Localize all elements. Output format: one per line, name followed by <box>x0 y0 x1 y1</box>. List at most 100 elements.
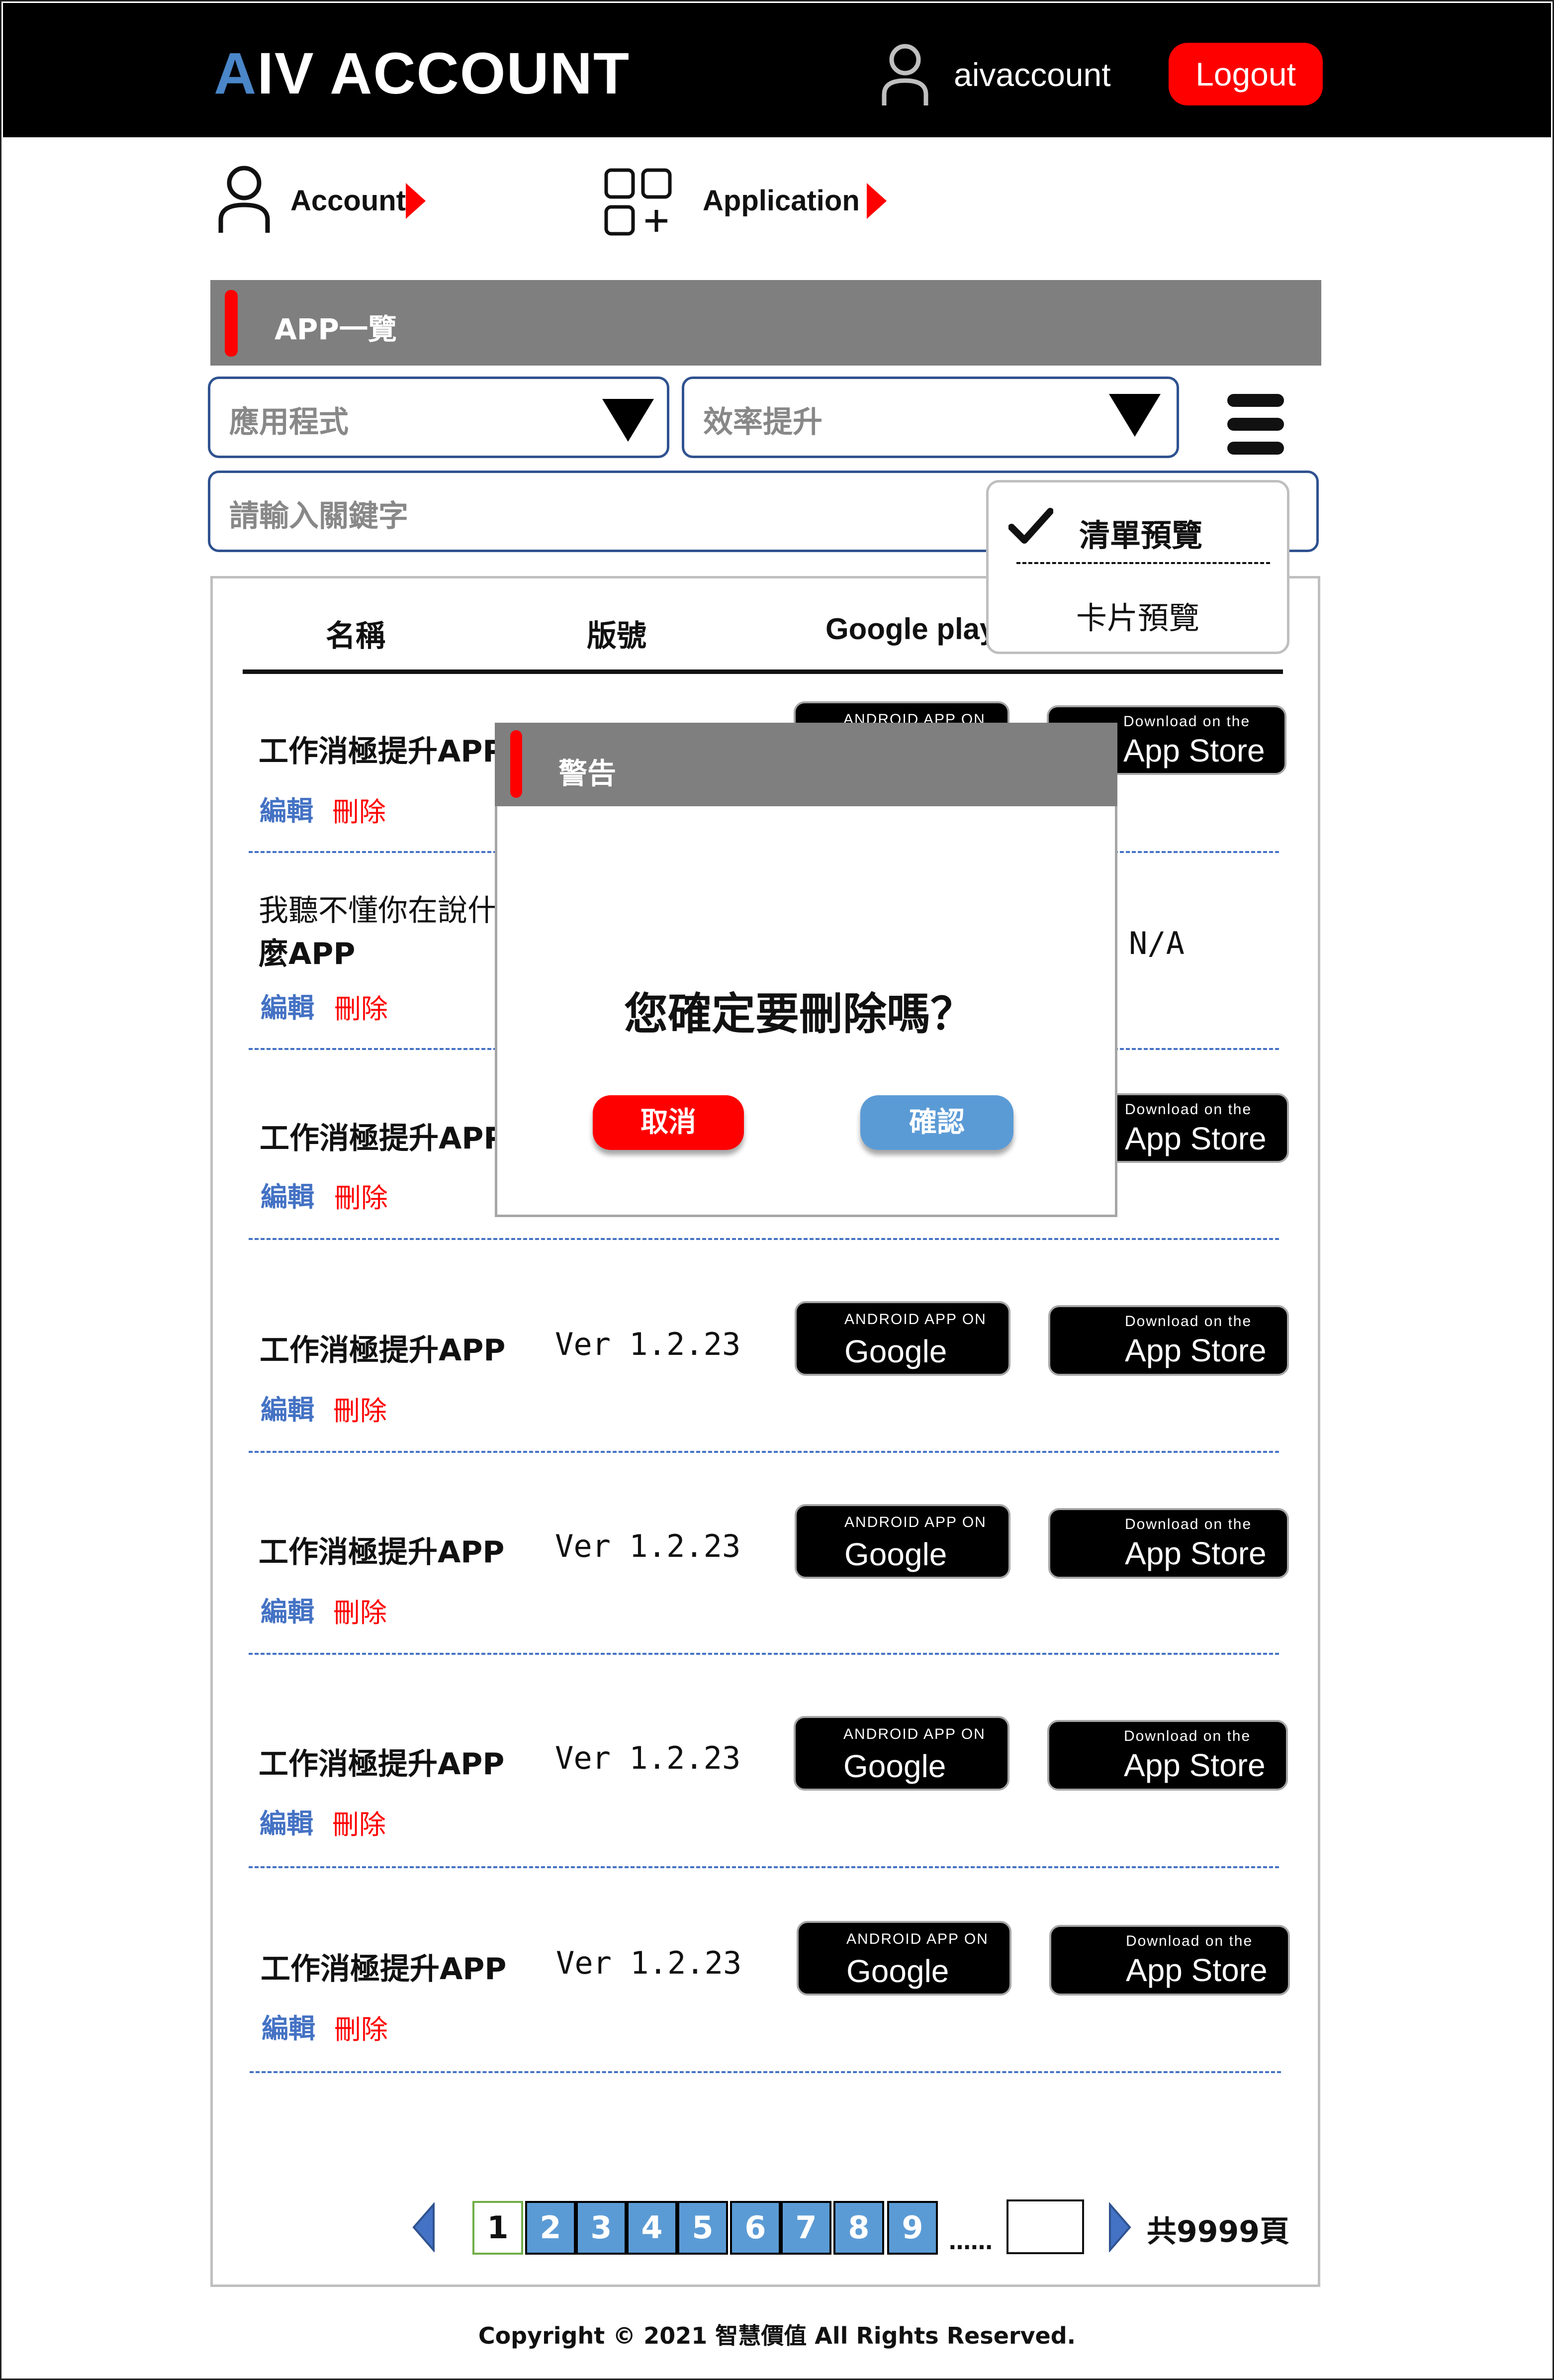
google-badge-small-text: ANDROID APP ON <box>844 1514 987 1530</box>
page-2[interactable]: 2 <box>525 2201 576 2255</box>
page-6[interactable]: 6 <box>730 2201 781 2255</box>
delete-link[interactable]: 刪除 <box>332 1803 386 1842</box>
app-store-badge[interactable]: Download on the App Store <box>1047 1720 1288 1791</box>
view-menu-hamburger-icon[interactable] <box>1227 394 1284 455</box>
section-accent-bar <box>225 290 238 357</box>
delete-link[interactable]: 刪除 <box>334 1176 388 1215</box>
google-play-badge[interactable]: ANDROID APP ON Google play <box>795 1504 1010 1579</box>
version-text: Ver 1.2.23 <box>555 1528 741 1564</box>
page-9[interactable]: 9 <box>887 2201 938 2255</box>
table-header-divider <box>243 669 1283 674</box>
nav-account[interactable]: Account <box>217 164 436 239</box>
view-mode-menu: 清單預覽 卡片預覽 <box>986 480 1289 654</box>
table-row-name: 工作消極提升APP <box>260 1333 506 1368</box>
apple-badge-big-text: App Store <box>1125 1121 1267 1156</box>
prev-page-icon[interactable] <box>411 2201 436 2253</box>
page-7[interactable]: 7 <box>781 2201 831 2255</box>
google-badge-big-text: Google play <box>843 1748 946 1789</box>
apple-na-text: N/A <box>1129 925 1185 961</box>
column-header-version: 版號 <box>587 619 646 654</box>
next-page-icon[interactable] <box>1108 2201 1133 2253</box>
apple-badge-small-text: Download on the <box>1125 1101 1252 1118</box>
chevron-down-icon <box>602 399 654 442</box>
confirm-button[interactable]: 確認 <box>860 1095 1013 1150</box>
subcategory-select-value: 效率提升 <box>703 405 823 440</box>
total-pages-label: 共9999頁 <box>1147 2214 1289 2249</box>
delete-link[interactable]: 刪除 <box>334 987 388 1026</box>
edit-link[interactable]: 編輯 <box>260 789 313 828</box>
apple-badge-big-text: App Store <box>1125 1333 1267 1368</box>
row-divider <box>250 2071 1281 2073</box>
google-badge-small-text: ANDROID APP ON <box>843 1726 986 1742</box>
row-name-line2: 麼APP <box>259 937 356 971</box>
edit-link[interactable]: 編輯 <box>260 1802 313 1841</box>
apps-grid-icon <box>604 168 674 238</box>
category-select[interactable]: 應用程式 <box>208 377 669 458</box>
table-row-name: 工作消極提升APP <box>259 1747 505 1782</box>
user-icon <box>880 42 930 106</box>
checkmark-icon <box>1008 507 1054 547</box>
page-1[interactable]: 1 <box>472 2201 523 2255</box>
apple-badge-big-text: App Store <box>1124 1747 1266 1783</box>
delete-link[interactable]: 刪除 <box>332 790 386 829</box>
page-4[interactable]: 4 <box>627 2201 677 2255</box>
nav-account-arrow-icon <box>406 183 426 219</box>
edit-link[interactable]: 編輯 <box>261 986 314 1025</box>
delete-link[interactable]: 刪除 <box>333 1389 387 1428</box>
nav-application-arrow-icon <box>867 183 887 219</box>
page-3[interactable]: 3 <box>576 2201 627 2255</box>
edit-link[interactable]: 編輯 <box>261 1590 314 1629</box>
row-divider <box>249 1866 1279 1868</box>
google-badge-big-text: Google play <box>844 1536 947 1577</box>
google-play-badge[interactable]: ANDROID APP ON Google play <box>794 1716 1009 1791</box>
column-header-google: Google play <box>825 612 997 646</box>
table-row-name: 我聽不懂你在說什 麼APP <box>259 886 497 973</box>
dialog-message: 您確定要刪除嗎？ <box>624 988 975 1040</box>
username-label: aivaccount <box>954 56 1111 93</box>
apple-badge-big-text: App Store <box>1125 1535 1267 1571</box>
version-text: Ver 1.2.23 <box>555 1740 741 1776</box>
apple-badge-small-text: Download on the <box>1126 1933 1253 1949</box>
menu-item-list-view[interactable]: 清單預覽 <box>1079 510 1202 555</box>
app-logo[interactable]: AIV ACCOUNT <box>214 40 630 107</box>
table-row-name: 工作消極提升APP <box>260 1121 506 1156</box>
row-divider <box>249 1238 1279 1240</box>
edit-link[interactable]: 編輯 <box>262 2006 315 2046</box>
app-store-badge[interactable]: Download on the App Store <box>1048 1305 1289 1376</box>
version-text: Ver 1.2.23 <box>555 1326 741 1362</box>
delete-link[interactable]: 刪除 <box>333 1591 387 1630</box>
nav-account-label: Account <box>290 185 406 217</box>
table-row-name: 工作消極提升APP <box>259 734 505 769</box>
search-placeholder: 請輸入關鍵字 <box>229 499 408 534</box>
menu-divider <box>1016 562 1270 564</box>
app-store-badge[interactable]: Download on the App Store <box>1049 1925 1290 1996</box>
page-5[interactable]: 5 <box>677 2201 728 2255</box>
chevron-down-icon <box>1109 394 1161 437</box>
edit-link[interactable]: 編輯 <box>261 1175 314 1214</box>
delete-link[interactable]: 刪除 <box>334 2007 388 2047</box>
google-badge-big-text: Google play <box>846 1953 949 1994</box>
menu-item-card-view[interactable]: 卡片預覽 <box>1076 593 1199 638</box>
apple-badge-big-text: App Store <box>1126 1952 1268 1988</box>
pagination-ellipsis: …… <box>949 2229 993 2255</box>
google-play-badge[interactable]: ANDROID APP ON Google play <box>795 1301 1010 1376</box>
page-jump-input[interactable] <box>1006 2199 1084 2254</box>
subcategory-select[interactable]: 效率提升 <box>682 377 1179 458</box>
cancel-button[interactable]: 取消 <box>593 1095 744 1150</box>
edit-link[interactable]: 編輯 <box>261 1388 314 1427</box>
row-divider <box>249 1653 1279 1655</box>
version-text: Ver 1.2.23 <box>556 1945 742 1981</box>
account-icon <box>217 164 272 234</box>
google-play-badge[interactable]: ANDROID APP ON Google play <box>797 1921 1011 1996</box>
page-8[interactable]: 8 <box>833 2201 884 2255</box>
logout-button[interactable]: Logout <box>1169 43 1323 105</box>
nav-application[interactable]: Application <box>604 168 903 243</box>
app-store-badge[interactable]: Download on the App Store <box>1048 1508 1289 1579</box>
section-title: APP一覽 <box>274 312 397 346</box>
table-row-name: 工作消極提升APP <box>259 1535 505 1570</box>
column-header-name: 名稱 <box>326 619 385 654</box>
apple-badge-small-text: Download on the <box>1125 1516 1252 1532</box>
apple-badge-small-text: Download on the <box>1124 1728 1251 1744</box>
row-name-line1: 我聽不懂你在說什 <box>259 893 497 928</box>
google-badge-small-text: ANDROID APP ON <box>846 1931 989 1947</box>
